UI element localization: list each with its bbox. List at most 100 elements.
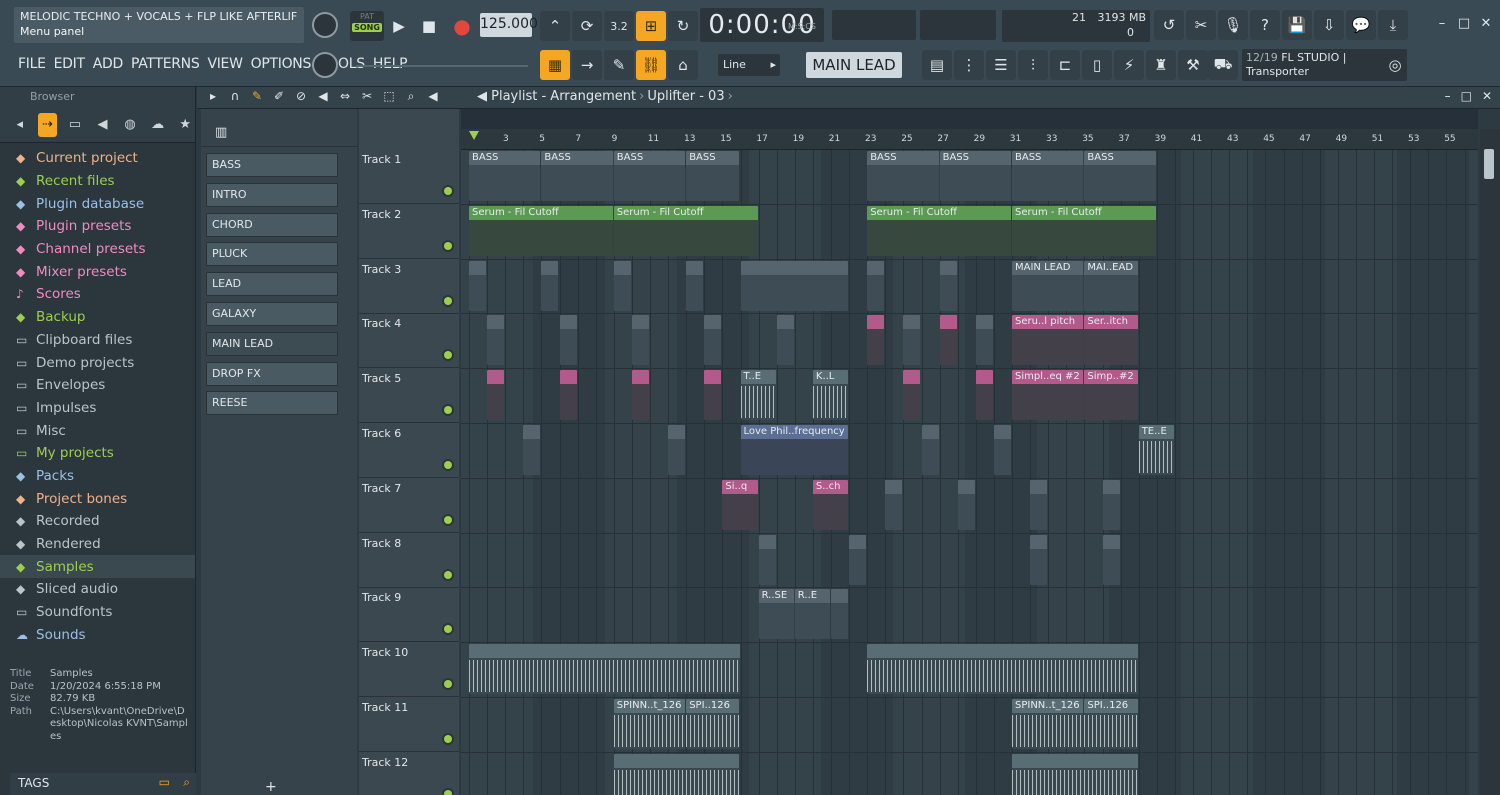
arrangement-grid[interactable]: BASS BASS BASS BASS BASS BASS BASS BASS Serum - … <box>461 150 1478 795</box>
help-icon[interactable]: ? <box>1250 10 1280 40</box>
playlist-clip[interactable]: SPI..126 <box>1084 699 1138 749</box>
playlist-clip[interactable]: R..SE <box>758 589 794 640</box>
picker-pattern[interactable]: GALAXY <box>206 302 338 326</box>
browser-item[interactable]: ◆ Project bones <box>0 487 195 510</box>
master-pitch-knob[interactable] <box>312 52 338 78</box>
playlist-clip[interactable] <box>921 425 939 475</box>
playlist-clip[interactable] <box>704 370 722 421</box>
picker-pattern[interactable]: CHORD <box>206 212 338 237</box>
playlist-clip[interactable] <box>631 370 649 421</box>
playlist-clip[interactable] <box>668 425 686 475</box>
tools-icon[interactable]: ⚒ <box>1178 50 1208 80</box>
zoom-icon[interactable]: ⌕ <box>403 89 419 104</box>
download-icon[interactable]: ⤓ <box>1378 10 1408 40</box>
file-icon[interactable]: ▯ <box>1082 50 1112 80</box>
playlist-clip[interactable] <box>975 370 993 421</box>
track-header[interactable]: Track 5 <box>359 369 459 424</box>
playlist-clip[interactable]: Simpl..eq #2 <box>1012 370 1084 421</box>
playlist-clip[interactable] <box>1030 479 1048 530</box>
record-icon[interactable]: ● <box>447 11 477 41</box>
track-header[interactable]: Track 8 <box>359 534 459 588</box>
browser-item[interactable]: ♪ Scores <box>0 283 195 306</box>
track-header[interactable]: Track 6 <box>359 424 459 478</box>
playlist-clip[interactable]: K..L <box>812 370 849 421</box>
snap-select[interactable]: Line ▸ <box>718 54 780 76</box>
playlist-clip[interactable]: BASS <box>686 151 740 201</box>
playlist-clip[interactable] <box>939 260 957 311</box>
playlist-clip[interactable]: SPI..126 <box>686 699 740 749</box>
track-enable-led[interactable] <box>444 187 452 195</box>
picker-pattern[interactable]: DROP FX <box>206 361 338 386</box>
playlist-clip[interactable]: Si..q <box>722 479 758 530</box>
maximize-icon[interactable]: □ <box>1461 89 1472 103</box>
browser-item[interactable]: ▭ Envelopes <box>0 374 195 397</box>
playlist-clip[interactable]: BASS <box>1084 151 1156 201</box>
playlist-clip[interactable]: SPINN..t_126 <box>613 699 686 749</box>
playlist-clip[interactable] <box>1030 534 1048 585</box>
playlist-clip[interactable] <box>939 315 957 366</box>
playlist-clip[interactable]: BASS <box>541 151 613 201</box>
master-slider[interactable] <box>356 65 528 67</box>
browser-item[interactable]: ◆ Recent files <box>0 170 195 193</box>
playlist-clip[interactable] <box>613 260 631 311</box>
play-icon[interactable]: ▶ <box>384 11 414 41</box>
track-enable-led[interactable] <box>444 296 452 305</box>
world-tab-icon[interactable]: ◍ <box>120 117 140 132</box>
mute-icon[interactable]: ◀ <box>315 89 331 104</box>
arrangement-overview[interactable] <box>461 109 1478 129</box>
playlist-clip[interactable] <box>613 753 740 795</box>
playlist-clip[interactable]: R..E <box>794 589 830 640</box>
chevron-left-icon[interactable]: ◂ <box>10 117 30 132</box>
add-icon[interactable]: + <box>265 779 277 795</box>
slip-icon[interactable]: ⇔ <box>337 89 353 104</box>
browser-item[interactable]: ◆ Plugin presets <box>0 215 195 238</box>
link-icon[interactable]: ⛓ <box>636 50 666 80</box>
playlist-clip[interactable] <box>487 315 505 366</box>
all-tab-icon[interactable]: ⇢ <box>37 112 58 137</box>
chat-icon[interactable]: 💬 <box>1346 10 1376 40</box>
countdown-icon[interactable]: 3.2 <box>604 11 634 41</box>
playlist-clip[interactable] <box>487 370 505 421</box>
track-enable-led[interactable] <box>444 351 452 360</box>
star-tab-icon[interactable]: ★ <box>175 117 195 132</box>
playlist-clip[interactable] <box>740 260 849 311</box>
playlist-clip[interactable] <box>867 315 885 366</box>
song-time-display[interactable]: 0:00:00 M:S:CS <box>700 8 824 42</box>
playlist-clip[interactable]: Seru..l pitch <box>1012 315 1084 366</box>
playlist-clip[interactable]: T..E <box>740 370 776 421</box>
browser-item[interactable]: ▭ My projects <box>0 442 195 465</box>
minimize-icon[interactable]: – <box>1445 89 1451 103</box>
playlist-clip[interactable]: BASS <box>613 151 686 201</box>
browser-item[interactable]: ◆ Backup <box>0 306 195 329</box>
menu-patterns[interactable]: PATTERNS <box>127 53 203 79</box>
playlist-clip[interactable]: BASS <box>867 151 939 201</box>
picker-pattern[interactable]: REESE <box>206 391 338 416</box>
piano-roll-icon[interactable]: ▤ <box>922 50 952 80</box>
metronome-icon[interactable]: ⌃ <box>540 11 570 41</box>
step-edit-icon[interactable]: ⊞ <box>636 11 666 41</box>
playlist-clip[interactable] <box>469 644 740 695</box>
microphone-icon[interactable]: 🎙 <box>1218 10 1248 40</box>
pat-song-toggle[interactable]: PAT SONG <box>350 11 384 41</box>
browser-item[interactable]: ◆ Packs <box>0 465 195 488</box>
playlist-clip[interactable]: BASS <box>1012 151 1084 201</box>
playlist-clip[interactable] <box>993 425 1011 475</box>
track-header[interactable]: Track 3 <box>359 260 459 314</box>
playlist-clip[interactable] <box>885 479 903 530</box>
track-enable-led[interactable] <box>444 625 452 634</box>
playback-icon[interactable]: ◀ <box>425 89 441 104</box>
browser-item[interactable]: ▭ Clipboard files <box>0 329 195 352</box>
playlist-clip[interactable] <box>631 315 649 366</box>
slice-icon[interactable]: ✂ <box>359 89 375 104</box>
playlist-clip[interactable] <box>469 260 487 311</box>
browser-item[interactable]: ◆ Current project <box>0 147 195 170</box>
tempo-display[interactable]: 125.000 <box>480 13 538 37</box>
speaker-tab-icon[interactable]: ◀ <box>93 117 113 132</box>
playlist-clip[interactable] <box>831 589 849 640</box>
browser-item[interactable]: ▭ Misc <box>0 419 195 442</box>
menu-file[interactable]: FILE <box>14 53 50 79</box>
draw-icon[interactable]: ✎ <box>249 89 265 104</box>
cloud-tab-icon[interactable]: ☁ <box>148 117 168 132</box>
playlist-clip[interactable] <box>903 370 921 421</box>
track-header[interactable]: Track 1 <box>359 150 459 204</box>
